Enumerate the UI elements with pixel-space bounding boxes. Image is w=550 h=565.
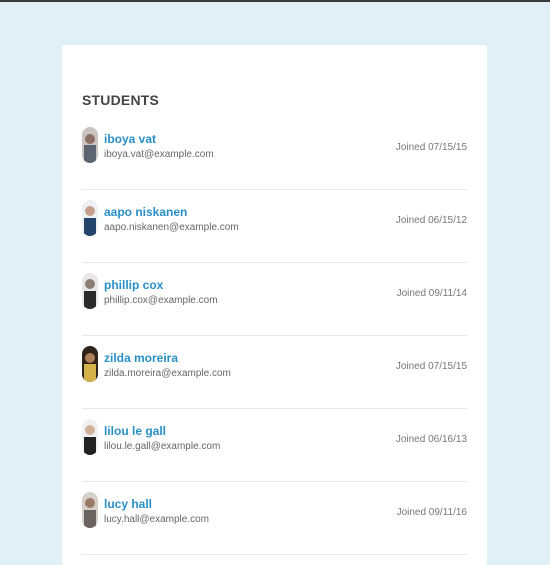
student-email: lucy.hall@example.com (104, 514, 210, 525)
student-row[interactable]: aapo niskanen aapo.niskanen@example.com … (82, 190, 467, 263)
student-avatar[interactable] (82, 127, 98, 163)
student-avatar[interactable] (82, 492, 98, 528)
join-date: Joined 09/11/16 (396, 507, 467, 518)
student-row[interactable]: lilou le gall lilou.le.gall@example.com … (82, 409, 467, 482)
student-row[interactable]: zilda moreira zilda.moreira@example.com … (82, 336, 467, 409)
student-name[interactable]: aapo niskanen (104, 205, 187, 219)
student-list: iboya vat iboya.vat@example.com Joined 0… (82, 117, 467, 555)
student-row[interactable]: iboya vat iboya.vat@example.com Joined 0… (82, 117, 467, 190)
top-border (0, 0, 550, 2)
student-row[interactable]: lucy hall lucy.hall@example.com Joined 0… (82, 482, 467, 555)
student-email: iboya.vat@example.com (104, 149, 214, 160)
student-name[interactable]: iboya vat (104, 132, 156, 146)
student-row[interactable]: phillip cox phillip.cox@example.com Join… (82, 263, 467, 336)
join-date: Joined 06/15/12 (395, 215, 467, 226)
join-date: Joined 07/15/15 (395, 142, 467, 153)
student-name[interactable]: phillip cox (104, 278, 163, 292)
join-date: Joined 06/16/13 (395, 434, 467, 445)
student-email: phillip.cox@example.com (104, 295, 218, 306)
student-name[interactable]: zilda moreira (104, 351, 178, 365)
student-name[interactable]: lucy hall (104, 497, 152, 511)
student-avatar[interactable] (82, 200, 98, 236)
student-name[interactable]: lilou le gall (104, 424, 166, 438)
student-email: aapo.niskanen@example.com (104, 222, 239, 233)
students-card: STUDENTS iboya vat iboya.vat@example.com… (62, 45, 487, 565)
join-date: Joined 07/15/15 (395, 361, 467, 372)
student-avatar[interactable] (82, 419, 98, 455)
student-email: zilda.moreira@example.com (104, 368, 231, 379)
student-avatar[interactable] (82, 346, 98, 382)
page-title: STUDENTS (82, 92, 160, 108)
student-avatar[interactable] (82, 273, 98, 309)
student-email: lilou.le.gall@example.com (104, 441, 221, 452)
join-date: Joined 09/11/14 (396, 288, 467, 299)
